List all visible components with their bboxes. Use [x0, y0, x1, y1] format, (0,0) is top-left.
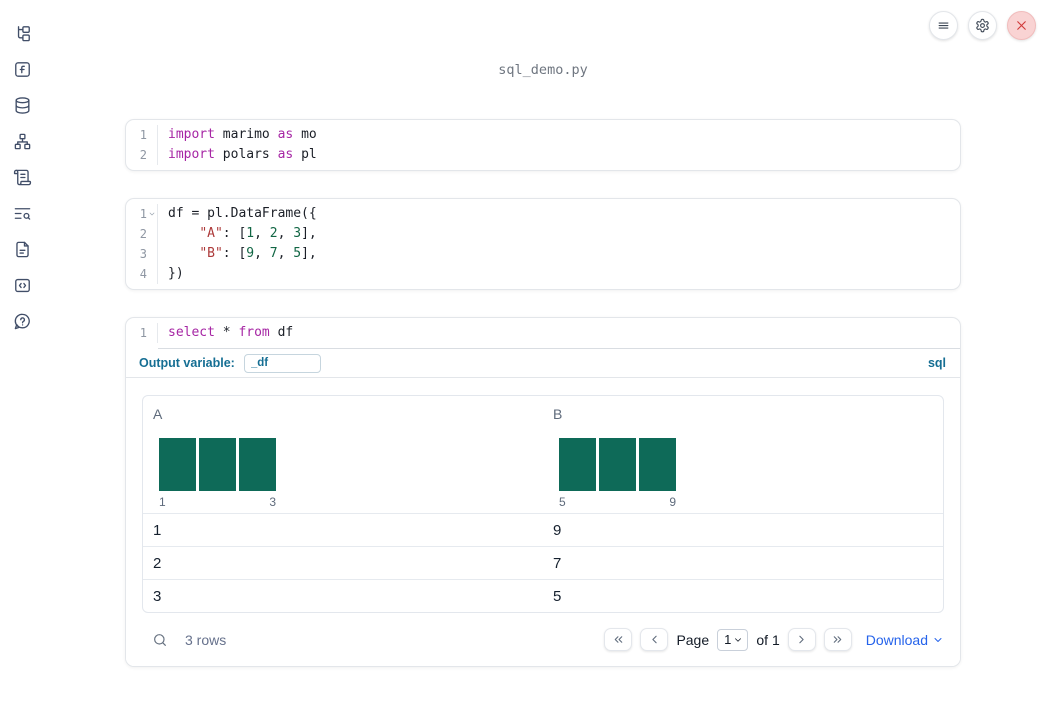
code-editor[interactable]: 1 df = pl.DataFrame({2 "A": [1, 2, 3], 3 "…: [126, 199, 960, 289]
pagination: Page 1 of 1 Download: [604, 628, 944, 651]
code-line[interactable]: 3 "B": [9, 7, 5],: [126, 244, 960, 264]
document-icon[interactable]: [10, 237, 34, 261]
table-cell: 2: [153, 554, 162, 572]
table-row[interactable]: 35: [143, 579, 943, 612]
line-number: 3: [126, 244, 158, 264]
histogram-bar: [559, 438, 596, 491]
column-header[interactable]: A 13: [143, 396, 543, 513]
column-name: A: [153, 406, 163, 422]
notebook-filename: sql_demo.py: [498, 62, 588, 78]
line-number: 2: [126, 224, 158, 244]
column-header[interactable]: B 59: [543, 396, 943, 513]
file-tree-icon[interactable]: [10, 21, 34, 45]
table-header: A 13 B 59: [143, 396, 943, 513]
dataframe-table: A13B59 192735: [142, 395, 944, 613]
page-of-label: of 1: [756, 631, 780, 648]
table-cell: 9: [553, 521, 562, 539]
column-histogram: 13: [159, 438, 276, 509]
histogram-bar: [239, 438, 276, 491]
code-line[interactable]: 1 select * from df: [126, 323, 960, 343]
histogram-axis: 59: [559, 495, 676, 509]
table-cell: 7: [553, 554, 562, 572]
row-count: 3 rows: [185, 631, 227, 648]
notebook-main: sql_demo.py 1 import marimo as mo 2 import …: [125, 0, 961, 667]
chevron-down-icon: [934, 637, 942, 642]
fold-chevron-icon[interactable]: [148, 208, 157, 220]
function-square-icon[interactable]: [10, 57, 34, 81]
chevron-down-icon: [735, 637, 742, 642]
code-cell-dataframe[interactable]: 1 df = pl.DataFrame({2 "A": [1, 2, 3], 3 "…: [125, 198, 961, 290]
table-cell: 3: [153, 587, 162, 605]
code-text: "A": [1, 2, 3],: [199, 226, 317, 241]
last-page-button[interactable]: [823, 628, 852, 651]
page-label: Page: [676, 631, 710, 648]
output-variable-label: Output variable:: [139, 356, 235, 370]
code-line[interactable]: 1 import marimo as mo: [126, 125, 960, 145]
dependency-graph-icon[interactable]: [10, 129, 34, 153]
settings-gear-icon[interactable]: [968, 11, 997, 40]
code-text: select * from df: [168, 325, 294, 340]
page-select[interactable]: 1: [717, 628, 749, 651]
line-number: 1: [126, 204, 158, 224]
line-number: 1: [126, 323, 158, 343]
help-chat-icon[interactable]: [10, 309, 34, 333]
helper-sidebar: [0, 0, 44, 713]
scroll-logs-icon[interactable]: [10, 165, 34, 189]
table-cell: 1: [153, 521, 162, 539]
column-histogram: 59: [559, 438, 676, 509]
first-page-button[interactable]: [604, 628, 633, 651]
table-body: 192735: [143, 513, 943, 612]
language-badge: sql: [927, 356, 946, 370]
table-row[interactable]: 19: [143, 513, 943, 546]
table-footer: 3 rows Page 1 of 1 Download: [142, 613, 944, 666]
code-line[interactable]: 4}): [126, 264, 960, 284]
histogram-bar: [639, 438, 676, 491]
page-select-value: 1: [724, 632, 732, 647]
histogram-bar: [599, 438, 636, 491]
code-line[interactable]: 2 import polars as pl: [126, 145, 960, 165]
code-text: "B": [9, 7, 5],: [199, 246, 317, 261]
next-page-button[interactable]: [787, 628, 816, 651]
database-icon[interactable]: [10, 93, 34, 117]
code-text: }): [168, 266, 184, 281]
code-text: df = pl.DataFrame({: [168, 206, 317, 221]
line-number: 4: [126, 264, 158, 284]
line-number: 1: [126, 125, 158, 145]
code-editor[interactable]: 1 import marimo as mo 2 import polars as pl: [126, 120, 960, 170]
code-cell-imports[interactable]: 1 import marimo as mo 2 import polars as pl: [125, 119, 961, 171]
text-search-icon[interactable]: [10, 201, 34, 225]
cell-output: A13B59 192735 3 rows Page 1 of 1 Downloa…: [126, 378, 960, 666]
table-cell: 5: [553, 587, 562, 605]
download-label: Download: [865, 631, 928, 648]
histogram-bar: [159, 438, 196, 491]
code-snippets-icon[interactable]: [10, 273, 34, 297]
line-number: 2: [126, 145, 158, 165]
output-variable-input[interactable]: [243, 353, 321, 373]
code-line[interactable]: 2 "A": [1, 2, 3],: [126, 224, 960, 244]
histogram-axis: 13: [159, 495, 276, 509]
column-name: B: [553, 406, 563, 422]
prev-page-button[interactable]: [640, 628, 669, 651]
output-variable-row: Output variable: sql: [126, 349, 960, 378]
histogram-bar: [199, 438, 236, 491]
close-icon[interactable]: [1007, 11, 1036, 40]
table-row[interactable]: 27: [143, 546, 943, 579]
code-text: import marimo as mo: [168, 127, 317, 142]
code-text: import polars as pl: [168, 147, 317, 162]
sql-editor[interactable]: 1 select * from df: [126, 318, 960, 348]
sql-cell[interactable]: 1 select * from df Output variable: sql A…: [125, 317, 961, 667]
code-line[interactable]: 1 df = pl.DataFrame({: [126, 204, 960, 224]
download-button[interactable]: Download: [866, 632, 944, 648]
search-icon[interactable]: [151, 631, 169, 649]
